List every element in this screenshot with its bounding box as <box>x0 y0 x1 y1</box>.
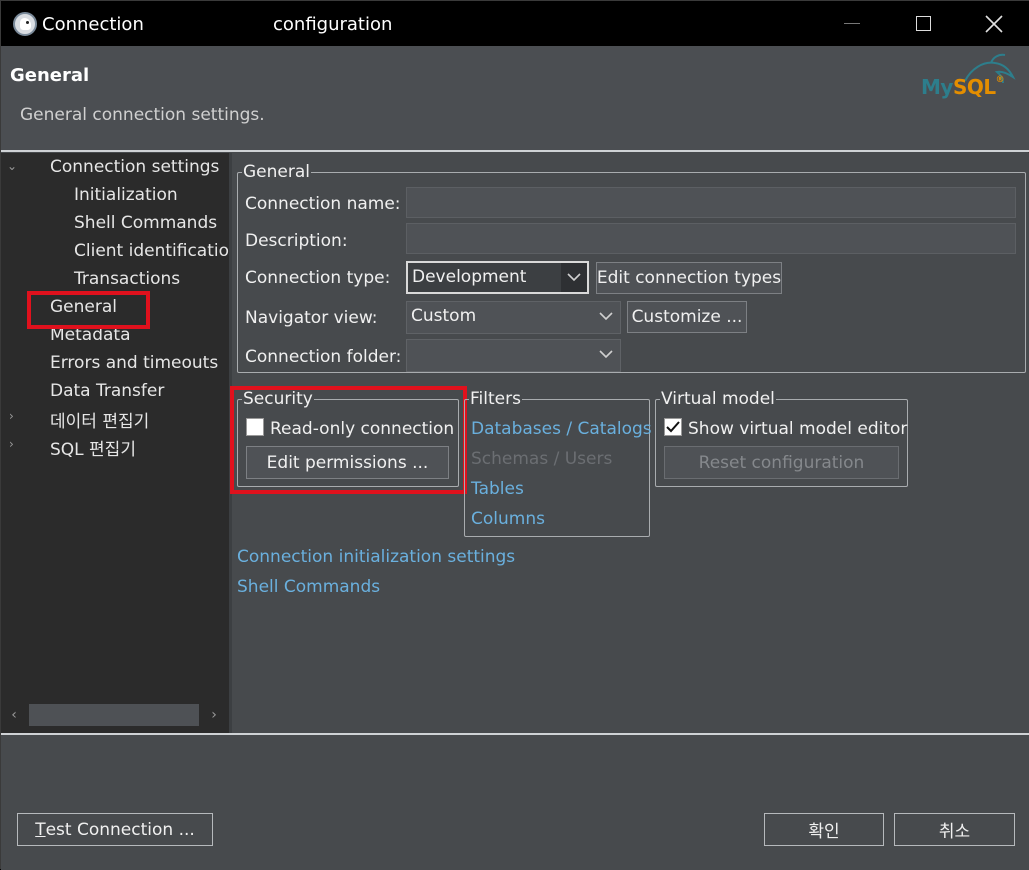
minimize-button[interactable] <box>817 1 887 46</box>
close-icon <box>985 14 1003 33</box>
filters-group-legend: Filters <box>470 389 521 409</box>
mysql-logo-my: My <box>921 75 953 99</box>
show-virtual-model-editor-checkbox[interactable] <box>664 418 682 436</box>
test-connection-mnemonic: T <box>35 819 46 840</box>
highlight-box-general <box>27 291 150 329</box>
chevron-down-icon[interactable] <box>592 340 620 369</box>
navigator-view-select[interactable]: Custom <box>406 301 621 334</box>
page-header: General General connection settings. MyS… <box>1 46 1029 151</box>
header-divider <box>1 150 1029 152</box>
tree-item-data-transfer[interactable]: Data Transfer <box>50 381 164 401</box>
general-settings-panel: General Connection name: Description: Co… <box>230 153 1029 733</box>
close-button[interactable] <box>959 1 1029 46</box>
filter-link-tables[interactable]: Tables <box>471 479 524 499</box>
chevron-down-icon[interactable] <box>592 302 620 331</box>
navigator-view-value: Custom <box>411 306 477 326</box>
window-title-configuration: configuration <box>273 14 393 35</box>
reset-configuration-button: Reset configuration <box>664 446 899 479</box>
scroll-left-icon[interactable]: ‹ <box>3 705 25 725</box>
connection-name-label: Connection name: <box>245 194 401 214</box>
scroll-right-icon[interactable]: › <box>203 705 225 725</box>
description-field[interactable] <box>406 223 1016 254</box>
connection-folder-select[interactable] <box>406 339 621 372</box>
tree-item-shell-commands[interactable]: Shell Commands <box>74 213 217 233</box>
connection-folder-label: Connection folder: <box>245 347 402 367</box>
chevron-right-icon[interactable]: › <box>9 409 14 423</box>
highlight-box-security <box>230 386 467 494</box>
filter-link-schemas-users: Schemas / Users <box>471 449 613 469</box>
virtual-model-group-legend: Virtual model <box>661 389 775 409</box>
connection-configuration-dialog: Connection configuration General General… <box>0 0 1029 870</box>
filter-link-databases-catalogs[interactable]: Databases / Catalogs <box>471 419 652 439</box>
mysql-logo: MySQL® <box>921 51 1021 103</box>
tree-item-connection-settings[interactable]: Connection settings <box>50 157 219 177</box>
minimize-icon <box>844 23 860 24</box>
dialog-footer: Test Connection ... 확인 취소 <box>1 735 1029 870</box>
customize-button[interactable]: Customize ... <box>627 301 747 333</box>
tree-item-client-identification[interactable]: Client identification <box>74 241 229 261</box>
connection-name-field[interactable] <box>406 187 1016 218</box>
connection-initialization-settings-link[interactable]: Connection initialization settings <box>237 547 515 567</box>
general-group-legend: General <box>243 162 310 182</box>
dbeaver-beaver-icon <box>13 12 37 36</box>
edit-connection-types-button[interactable]: Edit connection types <box>596 262 782 294</box>
test-connection-label: est Connection ... <box>45 819 195 840</box>
chevron-down-icon[interactable] <box>561 263 587 292</box>
connection-type-value: Development <box>412 267 527 287</box>
test-connection-button[interactable]: Test Connection ... <box>17 813 213 846</box>
shell-commands-link[interactable]: Shell Commands <box>237 577 380 597</box>
horizontal-scrollbar[interactable]: ‹ › <box>3 701 227 729</box>
settings-tree[interactable]: ⌄ Connection settings Initialization She… <box>1 153 229 733</box>
tree-item-errors-and-timeouts[interactable]: Errors and timeouts <box>50 353 218 373</box>
maximize-icon <box>915 16 931 31</box>
maximize-button[interactable] <box>888 1 958 46</box>
ok-button[interactable]: 확인 <box>764 813 884 846</box>
filter-link-columns[interactable]: Columns <box>471 509 545 529</box>
tree-item-initialization[interactable]: Initialization <box>74 185 178 205</box>
mysql-logo-sql: SQL <box>952 75 996 99</box>
tree-item-transactions[interactable]: Transactions <box>74 269 180 289</box>
show-virtual-model-editor-label[interactable]: Show virtual model editor <box>688 419 907 439</box>
title-bar: Connection configuration <box>1 1 1029 46</box>
page-description: General connection settings. <box>20 105 265 125</box>
cancel-button[interactable]: 취소 <box>894 813 1015 846</box>
connection-type-label: Connection type: <box>245 268 391 288</box>
window-title-connection: Connection <box>42 14 144 35</box>
checkmark-icon <box>666 421 680 433</box>
tree-item-data-editor[interactable]: 데이터 편집기 <box>50 407 149 432</box>
description-label: Description: <box>245 231 348 251</box>
chevron-down-icon[interactable]: ⌄ <box>7 159 17 173</box>
connection-type-select[interactable]: Development <box>406 261 589 294</box>
tree-item-sql-editor[interactable]: SQL 편집기 <box>50 435 136 460</box>
page-title: General <box>10 65 90 86</box>
scrollbar-thumb[interactable] <box>29 704 199 726</box>
mysql-logo-reg: ® <box>995 75 1005 85</box>
chevron-right-icon[interactable]: › <box>9 437 14 451</box>
navigator-view-label: Navigator view: <box>245 308 378 328</box>
